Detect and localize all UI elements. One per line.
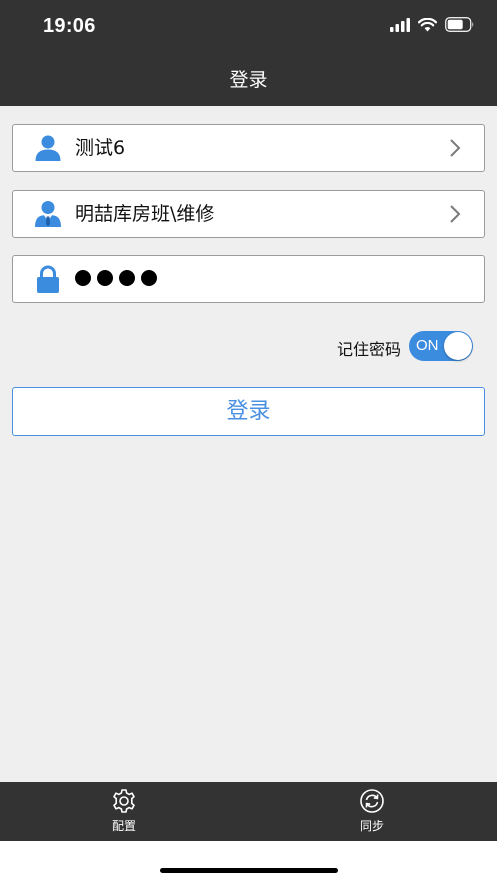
status-time: 19:06 [43,15,96,37]
nav-bar: 登录 [0,54,497,106]
remember-password-label: 记住密码 [337,340,402,359]
status-bar: 19:06 [0,0,497,54]
page-title: 登录 [229,69,268,91]
signal-icon [390,17,410,32]
home-indicator-area [0,841,497,883]
tab-config[interactable]: 配置 [94,788,154,834]
status-icons [390,17,475,32]
chevron-right-icon [450,139,461,157]
login-button[interactable]: 登录 [12,387,485,436]
password-dot [119,270,135,286]
staff-icon [35,201,61,227]
battery-icon [445,17,474,32]
wifi-icon [418,17,437,31]
lock-icon [37,265,59,293]
password-field[interactable] [12,255,485,303]
password-dot [75,270,91,286]
toggle-on-text: ON [416,337,439,354]
chevron-right-icon [450,205,461,223]
user-icon [35,135,61,161]
remember-password-toggle[interactable]: ON [409,331,473,361]
password-dots [75,270,157,286]
department-value: 明喆库房班\维修 [75,203,215,225]
toggle-knob [444,332,472,360]
user-value: 测试6 [75,137,126,159]
user-selector[interactable]: 测试6 [12,124,485,172]
tab-sync-label: 同步 [359,819,384,833]
password-dot [141,270,157,286]
password-dot [97,270,113,286]
tab-sync[interactable]: 同步 [342,788,402,834]
department-selector[interactable]: 明喆库房班\维修 [12,190,485,238]
tab-config-label: 配置 [111,819,136,833]
gear-icon [113,789,135,813]
home-indicator[interactable] [160,868,338,873]
tab-bar: 配置 同步 [0,782,497,841]
sync-icon [360,789,384,813]
